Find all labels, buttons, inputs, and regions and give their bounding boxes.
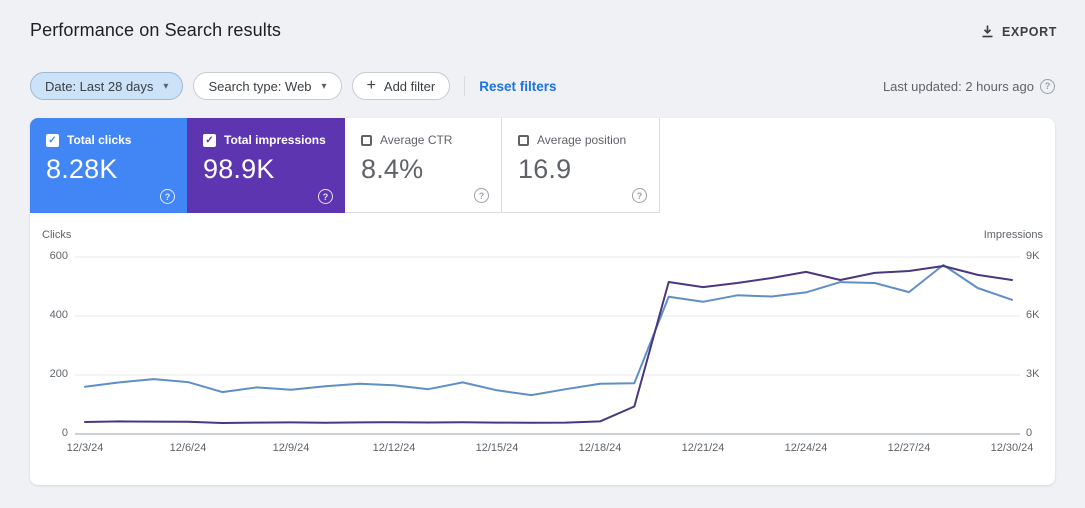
chevron-down-icon: ▾ <box>321 80 327 92</box>
filter-divider <box>464 76 466 96</box>
export-label: EXPORT <box>1002 24 1057 39</box>
metric-label: Average CTR <box>380 133 453 147</box>
metric-card-average-position[interactable]: Average position 16.9 ? <box>502 118 660 213</box>
checkbox-checked-icon[interactable]: ✓ <box>203 133 216 147</box>
x-axis-tick-label: 12/27/24 <box>887 442 931 454</box>
checkbox-unchecked-icon[interactable] <box>518 134 529 146</box>
help-icon[interactable]: ? <box>474 188 489 203</box>
filter-bar: Date: Last 28 days ▾ Search type: Web ▾ … <box>30 72 1055 100</box>
y-axis-tick-label: 3K <box>1026 368 1040 380</box>
x-axis-tick-label: 12/3/24 <box>66 442 104 454</box>
metric-value: 98.9K <box>203 154 275 184</box>
last-updated-text: Last updated: 2 hours ago <box>882 78 1034 94</box>
y-axis-tick-label: 200 <box>49 368 68 380</box>
impressions-line[interactable] <box>84 265 1013 424</box>
checkbox-unchecked-icon[interactable] <box>361 134 372 146</box>
checkbox-checked-icon[interactable]: ✓ <box>46 133 59 147</box>
x-axis-tick-label: 12/30/24 <box>990 442 1034 454</box>
y-axis-tick-label: 600 <box>49 250 68 262</box>
chart-plot[interactable]: Clicks Impressions 600 400 200 0 9K 6K 3K 0 12… <box>30 213 1055 485</box>
metric-label: Total clicks <box>67 133 132 147</box>
help-icon[interactable]: ? <box>160 189 175 204</box>
x-axis-tick-label: 12/18/24 <box>578 442 622 454</box>
x-axis-tick-label: 12/24/24 <box>784 442 828 454</box>
metric-value: 8.4% <box>361 154 424 184</box>
search-type-label: Search type: Web <box>208 78 312 94</box>
x-axis-tick-label: 12/9/24 <box>272 442 310 454</box>
y-axis-tick-label: 6K <box>1026 309 1040 321</box>
search-type-filter-chip[interactable]: Search type: Web ▾ <box>193 72 342 100</box>
x-axis-tick-label: 12/6/24 <box>169 442 207 454</box>
x-axis-tick-label: 12/12/24 <box>372 442 416 454</box>
metric-card-total-impressions[interactable]: ✓ Total impressions 98.9K ? <box>187 118 345 213</box>
metric-card-total-clicks[interactable]: ✓ Total clicks 8.28K ? <box>30 118 187 213</box>
date-filter-chip[interactable]: Date: Last 28 days ▾ <box>30 72 184 100</box>
metric-label: Average position <box>537 133 627 147</box>
x-axis-tick-label: 12/15/24 <box>475 442 519 454</box>
metric-label: Total impressions <box>224 133 326 147</box>
y-axis-tick-label: 0 <box>1026 427 1033 439</box>
performance-panel: ✓ Total clicks 8.28K ? ✓ Total impressio… <box>30 118 1055 485</box>
y-axis-tick-label: 9K <box>1026 250 1040 262</box>
last-updated: Last updated: 2 hours ago ? <box>882 78 1055 94</box>
add-filter-chip[interactable]: + Add filter <box>351 72 451 100</box>
x-axis-tick-label: 12/21/24 <box>681 442 725 454</box>
help-icon[interactable]: ? <box>318 189 333 204</box>
clicks-line[interactable] <box>84 264 1013 397</box>
help-icon[interactable]: ? <box>632 188 647 203</box>
plus-icon: + <box>366 77 376 94</box>
export-button[interactable]: EXPORT <box>974 20 1063 43</box>
chevron-down-icon: ▾ <box>163 80 169 92</box>
metric-value: 16.9 <box>518 154 572 184</box>
date-filter-label: Date: Last 28 days <box>45 78 154 94</box>
help-icon[interactable]: ? <box>1040 78 1055 94</box>
y-axis-tick-label: 0 <box>61 427 68 439</box>
add-filter-label: Add filter <box>383 78 436 94</box>
metric-card-average-ctr[interactable]: Average CTR 8.4% ? <box>345 118 502 213</box>
download-icon <box>980 24 995 39</box>
metric-value: 8.28K <box>46 154 118 184</box>
reset-filters-link[interactable]: Reset filters <box>479 79 556 94</box>
page-title: Performance on Search results <box>30 20 282 40</box>
y-axis-tick-label: 400 <box>49 309 68 321</box>
